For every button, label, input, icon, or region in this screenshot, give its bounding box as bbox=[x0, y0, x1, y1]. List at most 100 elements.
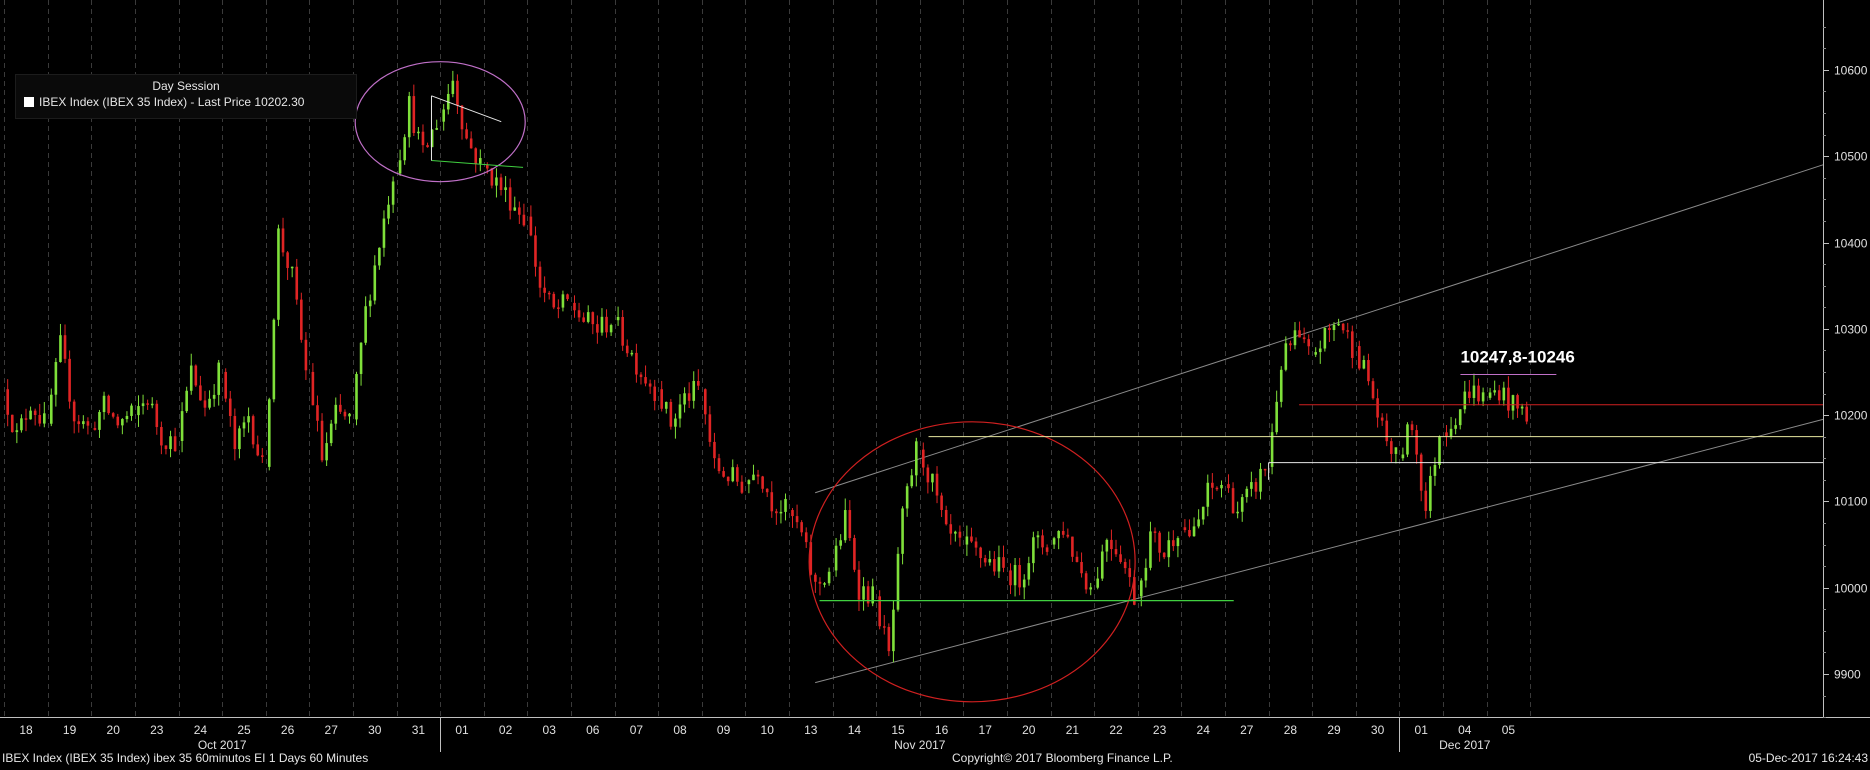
candle-body bbox=[499, 177, 503, 191]
candle-body bbox=[795, 516, 799, 523]
candle-body bbox=[896, 553, 900, 610]
candle-body bbox=[180, 411, 184, 441]
candle-body bbox=[160, 427, 163, 446]
candle-body bbox=[387, 204, 390, 219]
candle-body bbox=[1293, 330, 1297, 346]
candle-body bbox=[731, 467, 735, 482]
candle-body bbox=[15, 430, 19, 433]
candle-body bbox=[591, 312, 595, 325]
candle-body bbox=[339, 404, 342, 412]
candle-body bbox=[664, 401, 668, 409]
candle-body bbox=[1284, 343, 1288, 370]
x-tick-label: 24 bbox=[1197, 723, 1211, 737]
candle-body bbox=[756, 474, 760, 477]
candle-body bbox=[513, 207, 517, 211]
candle-body bbox=[983, 558, 987, 563]
candle-body bbox=[1445, 432, 1448, 437]
candle-body bbox=[669, 401, 673, 427]
candle-body bbox=[485, 164, 489, 169]
x-tick-label: 30 bbox=[1371, 723, 1385, 737]
candle-body bbox=[1346, 330, 1350, 332]
candle-body bbox=[1162, 552, 1166, 558]
candle-body bbox=[857, 569, 861, 600]
candle-body bbox=[954, 531, 957, 534]
candle-body bbox=[364, 306, 367, 343]
candle-body bbox=[1084, 573, 1088, 590]
x-tick-label: 06 bbox=[586, 723, 600, 737]
x-tick-label: 10 bbox=[761, 723, 775, 737]
candle-body bbox=[708, 414, 712, 442]
candle-body bbox=[979, 547, 982, 559]
candle-body bbox=[224, 371, 227, 399]
candle-body bbox=[823, 583, 826, 585]
candle-body bbox=[1477, 385, 1480, 402]
legend-series-label: IBEX Index (IBEX 35 Index) - Last Price … bbox=[39, 95, 305, 109]
candle-body bbox=[479, 158, 482, 164]
candle-body bbox=[421, 131, 425, 146]
x-tick-label: 04 bbox=[1458, 723, 1472, 737]
candle-body bbox=[557, 307, 560, 309]
candle-body bbox=[1144, 567, 1148, 581]
candle-body bbox=[1231, 488, 1235, 514]
candle-body bbox=[1472, 385, 1476, 398]
candle-body bbox=[882, 626, 886, 628]
candle-body bbox=[54, 362, 58, 395]
candle-body bbox=[1153, 531, 1157, 533]
candle-body bbox=[373, 265, 377, 301]
candle-body bbox=[644, 377, 647, 384]
candle-body bbox=[1206, 482, 1210, 507]
candle-body bbox=[435, 128, 439, 130]
y-tick-label: 10000 bbox=[1834, 582, 1868, 596]
month-label: Oct 2017 bbox=[198, 738, 247, 752]
candle-body bbox=[621, 316, 624, 346]
candle-body bbox=[974, 541, 978, 548]
candle-body bbox=[791, 510, 794, 517]
candle-body bbox=[1139, 580, 1143, 597]
candle-body bbox=[107, 395, 110, 414]
candle-body bbox=[33, 410, 37, 415]
x-tick-label: 01 bbox=[455, 723, 469, 737]
candle-body bbox=[469, 138, 473, 149]
candle-body bbox=[311, 371, 315, 406]
channel-lower-line bbox=[815, 418, 1824, 684]
chart-annotations-front: 10247,8-10246 bbox=[354, 61, 1823, 703]
candle-body bbox=[547, 292, 551, 295]
candle-body bbox=[1298, 330, 1301, 338]
candle-body bbox=[1119, 554, 1122, 562]
candle-body bbox=[1323, 327, 1327, 349]
candle-body bbox=[251, 416, 255, 445]
candle-body bbox=[1314, 352, 1317, 355]
candle-body bbox=[703, 389, 707, 415]
candle-body bbox=[1105, 539, 1109, 552]
candle-body bbox=[1525, 406, 1529, 422]
candle-body bbox=[1227, 484, 1230, 489]
candle-body bbox=[1128, 568, 1132, 578]
candle-body bbox=[765, 488, 769, 493]
candle-body bbox=[329, 423, 333, 444]
candle-body bbox=[1009, 570, 1012, 586]
candle-body bbox=[740, 481, 744, 493]
candle-body bbox=[1337, 323, 1340, 326]
candle-body bbox=[474, 148, 478, 164]
channel-upper-line bbox=[815, 164, 1824, 494]
candle-body bbox=[926, 467, 930, 483]
candle-body bbox=[1013, 565, 1017, 586]
candle-body bbox=[1149, 531, 1152, 568]
candle-body bbox=[993, 559, 996, 572]
y-tick-label: 10600 bbox=[1834, 64, 1868, 78]
candle-body bbox=[625, 345, 629, 354]
candle-body bbox=[403, 137, 406, 161]
candle-body bbox=[660, 389, 663, 409]
candle-body bbox=[72, 401, 76, 422]
candle-body bbox=[38, 414, 42, 424]
candle-body bbox=[141, 403, 145, 407]
candle-body bbox=[93, 428, 97, 430]
x-tick-label: 07 bbox=[630, 723, 644, 737]
candle-body bbox=[949, 524, 953, 534]
x-tick-label: 08 bbox=[673, 723, 687, 737]
level-annotation-label: 10247,8-10246 bbox=[1460, 348, 1574, 367]
candle-body bbox=[1022, 579, 1026, 588]
y-tick-label: 10100 bbox=[1834, 495, 1868, 509]
candle-body bbox=[1096, 578, 1099, 588]
candle-body bbox=[1100, 551, 1104, 579]
